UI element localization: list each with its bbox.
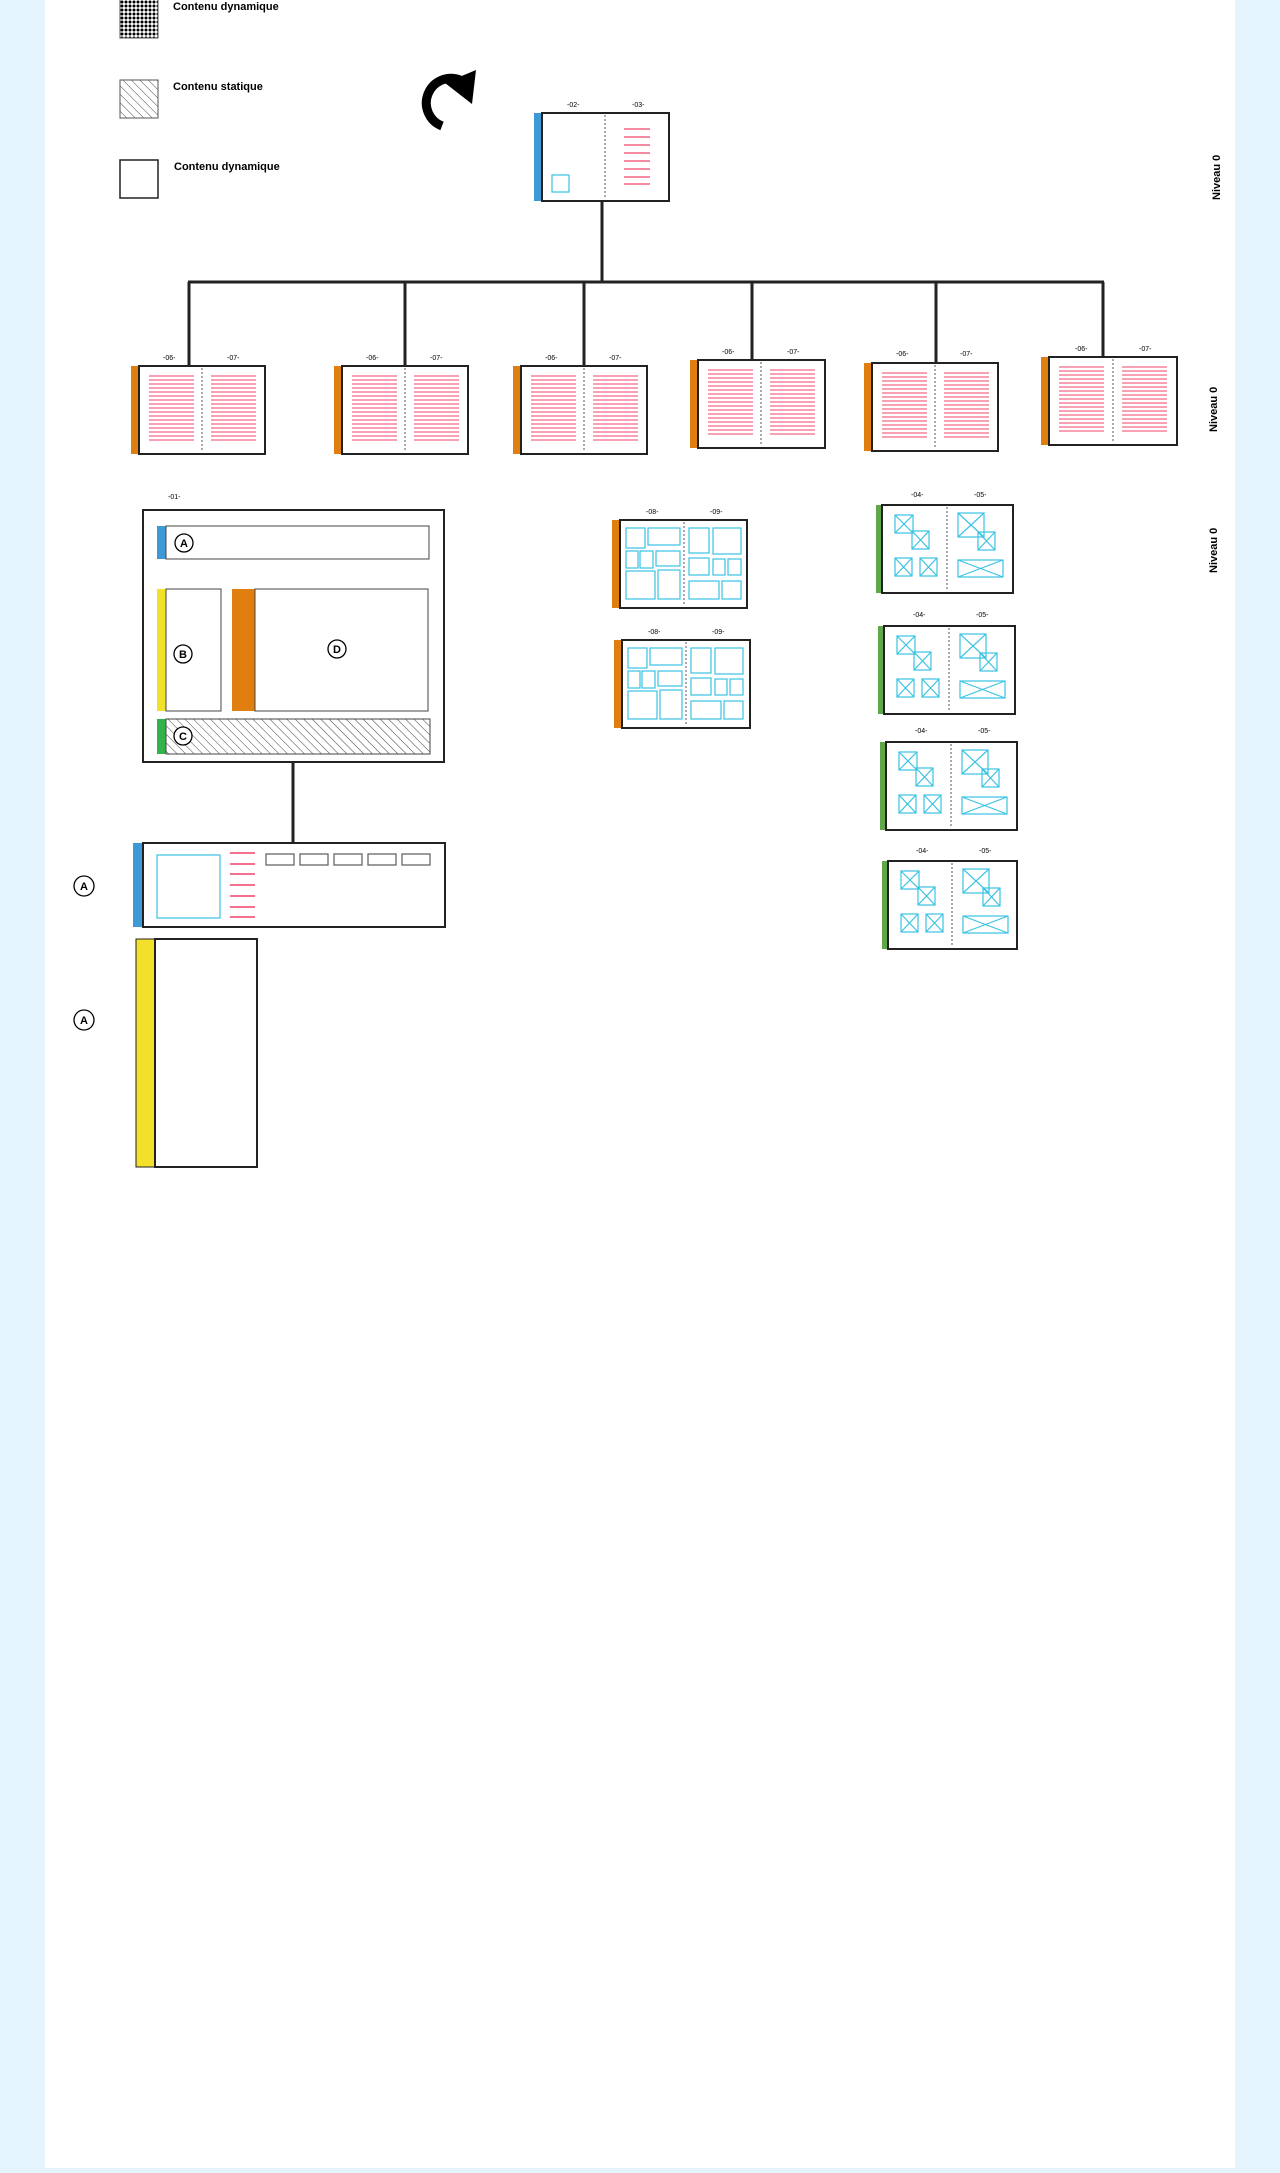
page-number: -07-	[609, 355, 622, 362]
legend-item-dynamic-dots: Contenu dynamique	[119, 0, 279, 39]
page-number: -07-	[227, 355, 240, 362]
spread-color-bar	[1041, 357, 1049, 445]
page-number: -08-	[648, 629, 661, 636]
spread-color-bar	[131, 366, 139, 454]
level-label: Niveau 0	[1211, 155, 1223, 200]
legend: Contenu dynamique Contenu statique Conte…	[119, 0, 280, 199]
page-number: -07-	[430, 355, 443, 362]
page-number: -04-	[915, 728, 928, 735]
text-spread[interactable]: -06- -07-	[690, 349, 826, 449]
legend-item-dynamic-empty: Contenu dynamique	[119, 159, 280, 199]
zone-c-footer[interactable]: C	[157, 718, 431, 755]
text-spread[interactable]: -06- -07-	[334, 355, 469, 455]
header-detail[interactable]: A	[73, 842, 446, 928]
diagram-canvas: Contenu dynamique Contenu statique Conte…	[45, 0, 1235, 2168]
grid-spread[interactable]: -08- -09-	[612, 509, 748, 609]
detail-marker: A	[80, 881, 88, 893]
page-number: -06-	[545, 355, 558, 362]
page-number: -09-	[712, 629, 725, 636]
hatch-pattern-swatch	[119, 79, 159, 119]
zone-label: A	[180, 538, 188, 550]
image-spread[interactable]: -04- -05-	[876, 492, 1014, 594]
zone-b-sidebar[interactable]: B	[157, 588, 222, 712]
legend-item-static: Contenu statique	[119, 79, 263, 119]
page-number: -05-	[978, 728, 991, 735]
page-number: -09-	[710, 509, 723, 516]
detail-marker: A	[80, 1015, 88, 1027]
site-structure-diagram: Contenu dynamique Contenu statique Conte…	[73, 0, 1223, 1168]
nav-buttons[interactable]	[265, 853, 431, 866]
page-number: -01-	[168, 494, 181, 501]
image-spread[interactable]: -04- -05-	[878, 612, 1016, 715]
page-number: -07-	[1139, 346, 1152, 353]
legend-label: Contenu statique	[173, 81, 263, 93]
text-spread[interactable]: -06- -07-	[131, 355, 266, 455]
page-number: -06-	[366, 355, 379, 362]
nav-button[interactable]	[333, 853, 363, 866]
page-number: -06-	[722, 349, 735, 356]
page-number: -06-	[896, 351, 909, 358]
zone-label: B	[179, 649, 187, 661]
zone-d-content[interactable]: D	[232, 588, 429, 712]
grid-spread[interactable]: -08- -09-	[614, 629, 751, 729]
spread-color-bar	[133, 843, 143, 927]
level-label: Niveau 0	[1208, 387, 1220, 432]
text-spread[interactable]: -06- -07-	[864, 351, 999, 452]
empty-square-swatch	[119, 159, 159, 199]
page-number: -07-	[787, 349, 800, 356]
spread-color-bar	[334, 366, 342, 454]
refresh-icon[interactable]	[421, 70, 476, 131]
dot-pattern-swatch	[119, 0, 159, 39]
page-number: -05-	[976, 612, 989, 619]
page-number: -06-	[1075, 346, 1088, 353]
text-spread[interactable]: -06- -07-	[1041, 346, 1178, 446]
page-number: -04-	[913, 612, 926, 619]
layout-template[interactable]: -01- A B D C	[142, 494, 445, 763]
nav-button[interactable]	[367, 853, 397, 866]
spread-color-bar	[690, 360, 698, 448]
image-spread[interactable]: -04- -05-	[880, 728, 1018, 831]
page-number: -07-	[960, 351, 973, 358]
zone-a-header[interactable]: A	[157, 525, 430, 560]
zone-label: C	[179, 731, 187, 743]
sidebar-frame	[154, 938, 258, 1168]
spread-color-bar	[513, 366, 521, 454]
page-number: -02-	[567, 102, 580, 109]
zone-label: D	[333, 644, 341, 656]
page-number: -06-	[163, 355, 176, 362]
page-number: -05-	[979, 848, 992, 855]
spread-color-bar	[614, 640, 622, 728]
spread-color-bar	[612, 520, 620, 608]
image-spread[interactable]: -04- -05-	[882, 848, 1018, 950]
legend-label: Contenu dynamique	[173, 1, 279, 13]
root-spread[interactable]: -02- -03-	[534, 102, 670, 202]
page-number: -05-	[974, 492, 987, 499]
text-spread[interactable]: -06- -07-	[513, 355, 648, 455]
sidebar-detail[interactable]: A	[73, 938, 258, 1168]
spread-color-bar	[534, 113, 542, 201]
nav-button[interactable]	[299, 853, 329, 866]
nav-button[interactable]	[401, 853, 431, 866]
nav-button[interactable]	[265, 853, 295, 866]
page-number: -03-	[632, 102, 645, 109]
legend-label: Contenu dynamique	[174, 161, 280, 173]
page-number: -08-	[646, 509, 659, 516]
spread-color-bar	[135, 938, 156, 1168]
level-label: Niveau 0	[1208, 528, 1220, 573]
page-number: -04-	[911, 492, 924, 499]
page-number: -04-	[916, 848, 929, 855]
spread-color-bar	[864, 363, 872, 451]
